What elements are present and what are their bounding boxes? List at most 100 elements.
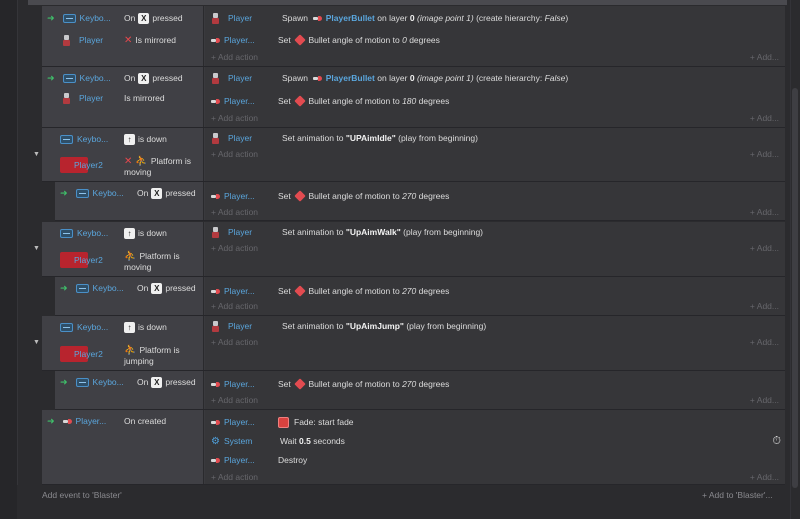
- add-action-button[interactable]: + Add action: [211, 472, 258, 482]
- action-row[interactable]: Player... Set Bullet angle of motion to …: [211, 32, 440, 48]
- add-action-button[interactable]: + Add action: [211, 113, 258, 123]
- invert-x-icon: ✕: [124, 34, 133, 46]
- action-list[interactable]: Player... Set Bullet angle of motion to …: [205, 371, 785, 409]
- add-more-button[interactable]: + Add...: [750, 243, 779, 253]
- condition-row[interactable]: ➜ Keybo...: [47, 70, 111, 86]
- action-row[interactable]: Player... Set Bullet angle of motion to …: [211, 93, 449, 109]
- system-gear-icon: ⚙: [211, 435, 220, 447]
- left-gutter: [0, 0, 17, 519]
- sub-event-block[interactable]: ➜ Keybo... On X pressed Player... Set Bu…: [55, 371, 785, 410]
- bullet-behavior-icon: [293, 285, 306, 297]
- condition-row[interactable]: Player2: [60, 251, 103, 269]
- add-more-button[interactable]: + Add...: [750, 301, 779, 311]
- add-action-button[interactable]: + Add action: [211, 149, 258, 159]
- condition-row[interactable]: Keybo...: [60, 131, 108, 147]
- up-arrow-key-icon: ↑: [124, 133, 135, 145]
- condition-row[interactable]: ➜ Keybo...: [60, 280, 124, 296]
- add-action-button[interactable]: + Add action: [211, 395, 258, 405]
- condition-row[interactable]: ➜ Keybo...: [60, 185, 124, 201]
- collapse-arrow-icon[interactable]: ▼: [33, 245, 40, 252]
- action-list[interactable]: Player Set animation to "UpAimWalk" (pla…: [205, 222, 785, 276]
- condition-row[interactable]: ➜ Keybo...: [60, 374, 124, 390]
- add-more-button[interactable]: + Add...: [750, 395, 779, 405]
- action-row[interactable]: Player... Set Bullet angle of motion to …: [211, 376, 449, 392]
- keyboard-icon: [62, 73, 76, 83]
- condition-list[interactable]: Keybo... ↑ is down Player2 ⛹ Platform is…: [42, 316, 204, 370]
- add-more-button[interactable]: + Add...: [750, 207, 779, 217]
- sub-event-block[interactable]: ➜ Keybo... On X pressed Player... Set Bu…: [55, 182, 785, 221]
- condition-list[interactable]: ➜ Keybo... On X pressed Player Is mirror…: [42, 67, 204, 127]
- add-more-button[interactable]: + Add...: [750, 472, 779, 482]
- condition-row[interactable]: Player: [62, 32, 103, 48]
- event-block[interactable]: Keybo... ↑ is down Player2 ⛹ Platform is…: [42, 222, 785, 277]
- action-row[interactable]: Player... Set Bullet angle of motion to …: [211, 283, 449, 299]
- action-list[interactable]: Player Set animation to "UpAimJump" (pla…: [205, 316, 785, 370]
- keyboard-icon: [62, 13, 76, 23]
- action-row[interactable]: ⚙ System Wait 0.5 seconds: [211, 433, 345, 449]
- gutter-divider: [17, 0, 18, 485]
- action-list[interactable]: Player Spawn PlayerBullet on layer 0 (im…: [205, 67, 785, 127]
- add-action-button[interactable]: + Add action: [211, 301, 258, 311]
- add-action-button[interactable]: + Add action: [211, 52, 258, 62]
- condition-list[interactable]: ➜ Player... On created: [42, 410, 204, 484]
- condition-list[interactable]: ➜ Keybo... On X pressed: [55, 277, 204, 315]
- action-row[interactable]: Player... Destroy: [211, 452, 307, 468]
- condition-list[interactable]: ➜ Keybo... On X pressed: [55, 371, 204, 409]
- event-block[interactable]: Keybo... ↑ is down Player2 ⛹ Platform is…: [42, 316, 785, 371]
- event-block[interactable]: ➜ Keybo... On X pressed Player ✕ Is mirr…: [42, 6, 785, 67]
- condition-list[interactable]: Keybo... ↑ is down Player2 ⛹ Platform is…: [42, 222, 204, 276]
- collapse-arrow-icon[interactable]: ▼: [33, 339, 40, 346]
- condition-list[interactable]: ➜ Keybo... On X pressed: [55, 182, 204, 220]
- condition-row[interactable]: Player2: [60, 345, 103, 363]
- collapse-arrow-icon[interactable]: ▼: [33, 151, 40, 158]
- add-action-button[interactable]: + Add action: [211, 207, 258, 217]
- condition-row[interactable]: Keybo...: [60, 225, 108, 241]
- bullet-icon: [62, 418, 72, 424]
- action-row[interactable]: Player... Set Bullet angle of motion to …: [211, 188, 449, 204]
- event-block[interactable]: ➜ Player... On created Player... Fade: s…: [42, 410, 785, 485]
- scrollbar-thumb[interactable]: [792, 88, 798, 488]
- player-sprite-icon: [211, 320, 220, 332]
- action-list[interactable]: Player... Set Bullet angle of motion to …: [205, 182, 785, 220]
- action-row[interactable]: Player Set animation to "UpAimJump" (pla…: [211, 318, 486, 334]
- add-more-button[interactable]: + Add...: [750, 52, 779, 62]
- sub-event-block[interactable]: ➜ Keybo... On X pressed Player... Set Bu…: [55, 277, 785, 316]
- add-action-button[interactable]: + Add action: [211, 243, 258, 253]
- bullet-icon: [211, 98, 220, 104]
- add-more-button[interactable]: + Add...: [750, 337, 779, 347]
- action-row[interactable]: Player Spawn PlayerBullet on layer 0 (im…: [211, 70, 568, 86]
- condition-row[interactable]: ➜ Player...: [47, 413, 106, 429]
- action-list[interactable]: Player... Set Bullet angle of motion to …: [205, 277, 785, 315]
- action-row[interactable]: Player... Fade: start fade: [211, 414, 354, 430]
- trigger-arrow-icon: ➜: [47, 72, 55, 83]
- bullet-icon: [211, 37, 220, 43]
- add-more-button[interactable]: + Add...: [750, 113, 779, 123]
- condition-list[interactable]: ➜ Keybo... On X pressed Player ✕ Is mirr…: [42, 6, 204, 66]
- condition-text: On X pressed: [137, 376, 196, 388]
- add-more-button[interactable]: + Add...: [750, 149, 779, 159]
- condition-row[interactable]: Player: [62, 90, 103, 106]
- event-block[interactable]: ➜ Keybo... On X pressed Player Is mirror…: [42, 67, 785, 128]
- condition-text: On X pressed: [137, 282, 196, 294]
- bullet-icon: [312, 75, 322, 81]
- condition-text: On X pressed: [124, 12, 183, 24]
- keyboard-icon: [75, 188, 89, 198]
- add-action-button[interactable]: + Add action: [211, 337, 258, 347]
- condition-list[interactable]: Keybo... ↑ is down Player2 ✕ ⛹ Platform …: [42, 128, 204, 181]
- condition-row[interactable]: Player2: [60, 156, 103, 174]
- action-list[interactable]: Player Set animation to "UPAimIdle" (pla…: [205, 128, 785, 181]
- player-sprite-icon: [62, 34, 71, 46]
- action-row[interactable]: Player Set animation to "UpAimWalk" (pla…: [211, 224, 483, 240]
- bullet-icon: [211, 419, 220, 425]
- bullet-icon: [312, 15, 322, 21]
- condition-row[interactable]: Keybo...: [60, 319, 108, 335]
- condition-row[interactable]: ➜ Keybo...: [47, 10, 111, 26]
- action-row[interactable]: Player Set animation to "UPAimIdle" (pla…: [211, 130, 478, 146]
- action-row[interactable]: Player Spawn PlayerBullet on layer 0 (im…: [211, 10, 568, 26]
- add-to-blaster-button[interactable]: + Add to 'Blaster'...: [702, 490, 773, 500]
- add-event-link[interactable]: Add event to 'Blaster': [42, 490, 122, 500]
- key-x-icon: X: [138, 12, 150, 24]
- action-list[interactable]: Player... Fade: start fade ⚙ System Wait…: [205, 410, 785, 484]
- event-block[interactable]: Keybo... ↑ is down Player2 ✕ ⛹ Platform …: [42, 128, 785, 182]
- action-list[interactable]: Player Spawn PlayerBullet on layer 0 (im…: [205, 6, 785, 66]
